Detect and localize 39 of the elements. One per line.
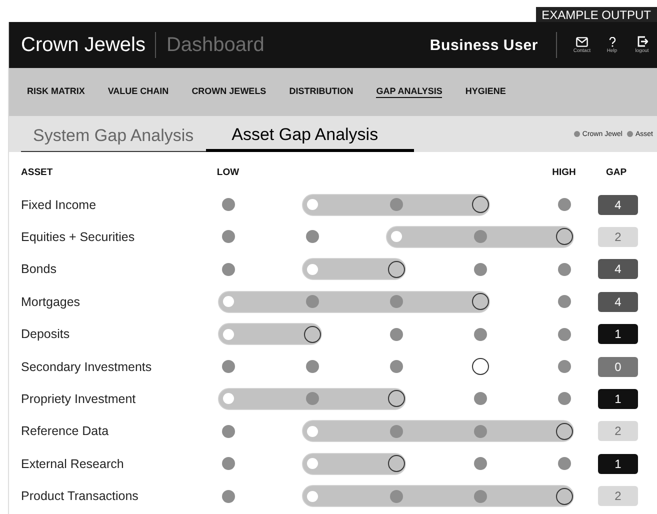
- gap-badge: 1: [598, 324, 638, 344]
- nav-link[interactable]: DISTRIBUTION: [289, 86, 354, 98]
- column-header: HIGH: [552, 166, 576, 178]
- tab[interactable]: Asset Gap Analysis: [206, 119, 414, 152]
- gap-badge: 1: [598, 454, 638, 474]
- gap-badge: 4: [598, 292, 638, 312]
- app-title: Crown Jewels: [21, 34, 146, 56]
- column-header: ASSET: [21, 166, 54, 178]
- mail-icon: [576, 36, 588, 46]
- column-header: LOW: [216, 166, 240, 178]
- nav-link[interactable]: GAP ANALYSIS: [376, 86, 442, 98]
- tab[interactable]: System Gap Analysis: [21, 119, 206, 152]
- nav-link[interactable]: RISK MATRIX: [27, 86, 85, 98]
- column-header: GAP: [606, 166, 627, 178]
- gap-badge: 2: [598, 226, 638, 247]
- gap-badge: 2: [598, 421, 638, 442]
- nav-link[interactable]: HYGIENE: [465, 86, 506, 98]
- page-subtitle: Dashboard: [166, 34, 264, 56]
- gap-badge: 4: [598, 194, 638, 215]
- asset-name: Deposits: [21, 327, 71, 342]
- nav-link[interactable]: CROWN JEWELS: [192, 86, 266, 98]
- asset-name: Reference Data: [21, 424, 110, 438]
- asset-name: Bonds: [21, 262, 58, 276]
- asset-name: Mortgages: [21, 294, 82, 309]
- gap-badge: 1: [598, 388, 638, 409]
- user-name: Business User: [430, 36, 538, 54]
- logout-icon: [636, 36, 648, 47]
- help-icon: [608, 36, 616, 47]
- gap-badge: 4: [598, 259, 638, 280]
- asset-name: Propriety Investment: [21, 392, 137, 406]
- asset-name: Product Transactions: [21, 489, 140, 504]
- asset-name: Equities + Securities: [21, 230, 136, 244]
- nav-link[interactable]: VALUE CHAIN: [108, 86, 169, 98]
- gap-badge: 0: [598, 356, 638, 377]
- caption-label: EXAMPLE OUTPUT: [536, 7, 657, 23]
- asset-name: Fixed Income: [21, 198, 98, 212]
- asset-name: Secondary Investments: [21, 360, 153, 374]
- asset-name: External Research: [21, 456, 125, 471]
- gap-badge: 2: [598, 486, 638, 506]
